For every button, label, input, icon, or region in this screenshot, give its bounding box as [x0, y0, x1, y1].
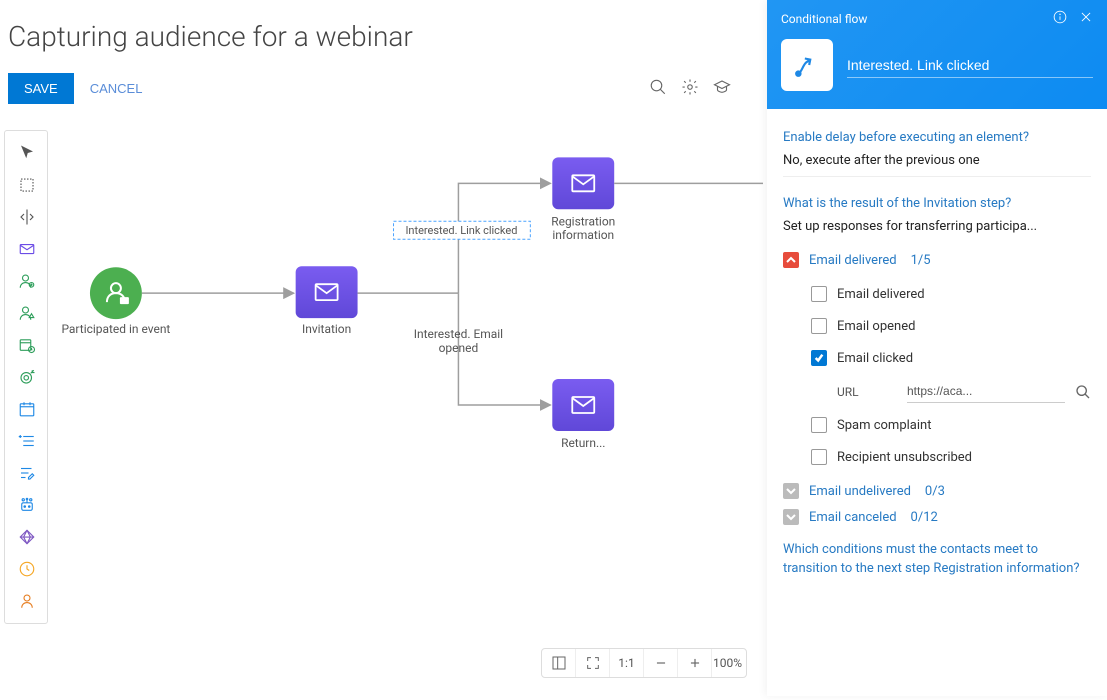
zoom-toolbar: 1:1 100%: [541, 648, 747, 678]
svg-text:Interested. Link clicked: Interested. Link clicked: [405, 224, 517, 237]
tool-calendar-time[interactable]: [5, 329, 49, 361]
search-icon[interactable]: [649, 78, 667, 100]
node-event-label: Participated in event: [61, 322, 170, 336]
answer-result: Set up responses for transferring partic…: [783, 219, 1091, 234]
conditional-flow-icon: [781, 39, 833, 91]
save-button[interactable]: SAVE: [8, 73, 74, 104]
branch-label-2: opened: [439, 341, 479, 355]
zoom-percent[interactable]: 100%: [712, 649, 746, 677]
checkbox[interactable]: [811, 417, 827, 433]
chevron-down-icon: [783, 483, 799, 499]
url-label: URL: [837, 385, 897, 399]
group-email-undelivered[interactable]: Email undelivered 0/3: [783, 483, 1091, 499]
panel-title-input[interactable]: [847, 53, 1093, 78]
branch-label: Interested. Email: [414, 327, 503, 341]
tool-diamond[interactable]: [5, 521, 49, 553]
chevron-up-icon: [783, 252, 799, 268]
group-email-canceled[interactable]: Email canceled 0/12: [783, 509, 1091, 525]
flow-canvas[interactable]: Participated in event Invitation Interes…: [54, 130, 763, 696]
checkbox[interactable]: [811, 318, 827, 334]
tool-email[interactable]: [5, 233, 49, 265]
group-email-delivered[interactable]: Email delivered 1/5: [783, 252, 1091, 268]
option-email-delivered[interactable]: Email delivered: [783, 278, 1091, 310]
tool-edit-list[interactable]: [5, 457, 49, 489]
academy-icon[interactable]: [713, 78, 731, 100]
tool-split[interactable]: [5, 201, 49, 233]
chevron-down-icon: [783, 509, 799, 525]
zoom-minimap-icon[interactable]: [542, 649, 576, 677]
side-panel: Conditional flow Enable delay before exe…: [767, 0, 1107, 696]
option-spam-complaint[interactable]: Spam complaint: [783, 409, 1091, 441]
option-recipient-unsubscribed[interactable]: Recipient unsubscribed: [783, 441, 1091, 473]
gear-icon[interactable]: [681, 78, 699, 100]
tool-pointer[interactable]: [5, 137, 49, 169]
url-input[interactable]: [907, 380, 1065, 403]
node-invitation-label: Invitation: [302, 322, 351, 336]
panel-type-label: Conditional flow: [781, 12, 867, 26]
checkbox[interactable]: [811, 350, 827, 366]
option-email-clicked[interactable]: Email clicked: [783, 342, 1091, 374]
node-registration[interactable]: [552, 157, 614, 209]
node-return-label: Return...: [561, 436, 605, 450]
zoom-ratio[interactable]: 1:1: [610, 649, 644, 677]
close-icon[interactable]: [1079, 10, 1093, 27]
tool-target[interactable]: [5, 361, 49, 393]
tool-marquee[interactable]: [5, 169, 49, 201]
node-invitation[interactable]: [296, 266, 358, 318]
tool-contact-alert[interactable]: [5, 297, 49, 329]
tool-clock[interactable]: [5, 553, 49, 585]
answer-delay: No, execute after the previous one: [783, 153, 1091, 177]
cancel-button[interactable]: CANCEL: [90, 81, 143, 96]
node-event[interactable]: [90, 267, 142, 319]
tool-add-contact[interactable]: [5, 265, 49, 297]
tool-bot[interactable]: [5, 489, 49, 521]
branch-chip-link-clicked[interactable]: Interested. Link clicked: [394, 221, 531, 239]
node-return[interactable]: [552, 379, 614, 431]
option-email-opened[interactable]: Email opened: [783, 310, 1091, 342]
info-icon[interactable]: [1053, 10, 1067, 27]
search-icon[interactable]: [1075, 384, 1091, 400]
zoom-in-button[interactable]: [678, 649, 712, 677]
node-reg-label-2: information: [552, 228, 614, 242]
tool-add-list[interactable]: [5, 425, 49, 457]
tool-person[interactable]: [5, 585, 49, 617]
checkbox[interactable]: [811, 449, 827, 465]
zoom-out-button[interactable]: [644, 649, 678, 677]
toolbox: [4, 130, 48, 624]
checkbox[interactable]: [811, 286, 827, 302]
question-delay[interactable]: Enable delay before executing an element…: [783, 129, 1091, 147]
zoom-fit-icon[interactable]: [576, 649, 610, 677]
node-reg-label-1: Registration: [551, 214, 615, 228]
question-result[interactable]: What is the result of the Invitation ste…: [783, 195, 1091, 213]
question-conditions[interactable]: Which conditions must the contacts meet …: [783, 541, 1091, 577]
tool-calendar[interactable]: [5, 393, 49, 425]
